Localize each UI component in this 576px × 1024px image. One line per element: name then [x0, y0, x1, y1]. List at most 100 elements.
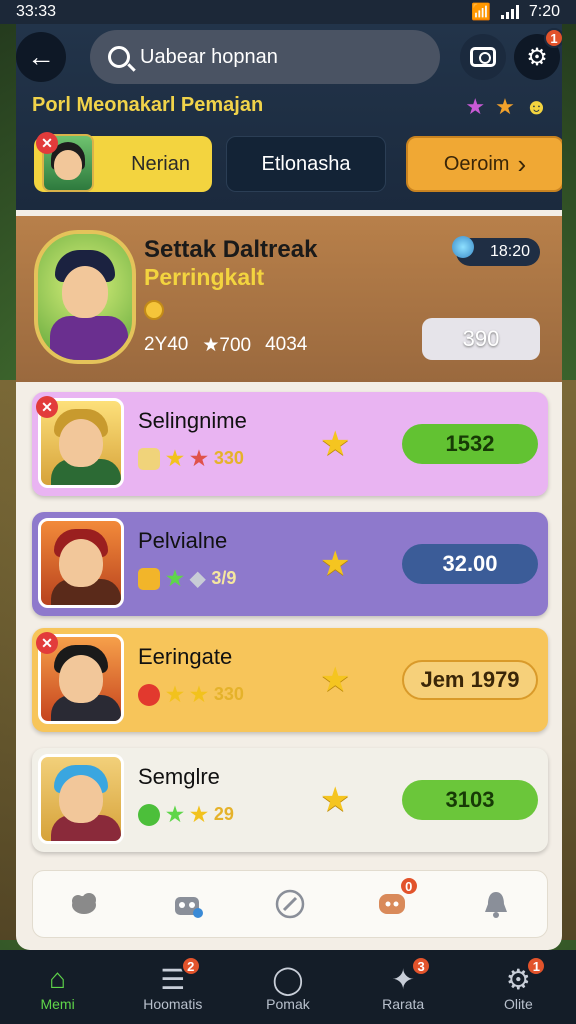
- hero-name: Semglre: [138, 764, 220, 789]
- avatar-face: [59, 655, 103, 703]
- gem-icon: ◆: [189, 568, 206, 590]
- star-icon: ★: [166, 448, 184, 470]
- bottom-nav: ⌂ Memi ☰ 2 Hoomatis ◯ Pomak ✦ 3 Rarata ⚙…: [0, 950, 576, 1024]
- featured-card[interactable]: Settak Daltreak Perringkalt 2Y40 ★700 40…: [16, 216, 562, 382]
- shield-icon: [138, 447, 160, 470]
- filter-chips: ✕ Nerian Etlonasha Oeroim ›: [32, 132, 562, 194]
- chip-label: Nerian: [131, 152, 190, 175]
- list-item[interactable]: Pelvialne ★ ◆ 3/9 ★ 32.00: [32, 512, 548, 616]
- back-button[interactable]: ←: [16, 32, 66, 82]
- nav-item-list[interactable]: ☰ 2 Hoomatis: [123, 956, 223, 1012]
- search-bar[interactable]: Uabear hopnan: [90, 30, 440, 84]
- nav-label: Olite: [503, 996, 533, 1012]
- nav-label: Rarata: [382, 996, 425, 1012]
- hero-meta: ★ ★ 330: [138, 446, 244, 471]
- chat-icon[interactable]: 0: [373, 876, 419, 924]
- compass-icon[interactable]: [270, 884, 310, 924]
- cloud-icon[interactable]: [64, 884, 104, 924]
- star-icon: ★: [166, 804, 184, 826]
- quick-actions-bar: 0: [32, 870, 548, 938]
- nav-item-settings[interactable]: ⚙ 1 Olite: [468, 956, 568, 1012]
- favorite-star-icon[interactable]: ★: [320, 424, 350, 464]
- nav-item-puzzle[interactable]: ✦ 3 Rarata: [353, 956, 453, 1012]
- star-icon: ★: [166, 568, 184, 590]
- hero-meta: ★ ★ 330: [138, 682, 244, 707]
- globe-icon: [452, 236, 474, 258]
- chat-badge: 0: [398, 876, 419, 896]
- settings-button[interactable]: ⚙ 1: [514, 28, 562, 80]
- close-icon[interactable]: ✕: [36, 132, 58, 154]
- gear-icon: ⚙: [526, 43, 548, 71]
- hero-name: Eeringate: [138, 644, 233, 669]
- search-input[interactable]: Uabear hopnan: [140, 46, 278, 69]
- robot-icon[interactable]: [167, 884, 207, 924]
- list-icon: ☰: [160, 963, 186, 995]
- stat-value: 4034: [265, 334, 308, 355]
- chip-label: Oeroim: [443, 152, 510, 175]
- stat-value: 2Y40: [144, 334, 189, 355]
- emoji-star-icon: ☻: [524, 94, 548, 119]
- home-icon: ⌂: [49, 963, 67, 994]
- favorite-star-icon[interactable]: ★: [320, 660, 350, 700]
- bell-icon[interactable]: [476, 884, 516, 924]
- hero-meta: ★ ◆ 3/9: [138, 566, 236, 591]
- favorite-star-icon[interactable]: ★: [320, 544, 350, 584]
- featured-title: Settak Daltreak: [144, 236, 318, 263]
- value-pill[interactable]: 3103: [402, 780, 538, 820]
- chevron-right-icon: ›: [517, 148, 527, 179]
- avatar-face: [59, 775, 103, 823]
- close-icon[interactable]: ✕: [36, 632, 58, 654]
- hero-meta-value: 330: [213, 684, 244, 704]
- purple-star-icon: ★: [465, 94, 486, 119]
- avatar-body: [50, 316, 128, 360]
- search-icon: [108, 46, 130, 68]
- nav-label: Memi: [40, 996, 75, 1012]
- value-pill[interactable]: 1532: [402, 424, 538, 464]
- close-icon[interactable]: ✕: [36, 396, 58, 418]
- search-icon: ◯: [272, 963, 304, 995]
- signal-icon: [500, 5, 519, 19]
- nav-label: Hoomatis: [143, 996, 203, 1012]
- list-item[interactable]: ✕ Eeringate ★ ★ 330 ★ Jem 1979: [32, 628, 548, 732]
- back-arrow-icon: ←: [27, 41, 55, 72]
- nav-badge: 2: [180, 956, 201, 976]
- status-bar: 33:33 📶 7:20: [0, 0, 576, 24]
- nav-label: Pomak: [266, 996, 310, 1012]
- clover-icon: [138, 803, 160, 826]
- top-stars: ★ ★ ☻: [465, 94, 548, 120]
- header: ← Uabear hopnan ⚙ 1 Porl Meonakarl Pemaj…: [16, 24, 562, 210]
- hero-meta-value: 29: [213, 804, 234, 824]
- nav-item-home[interactable]: ⌂ Memi: [8, 962, 108, 1012]
- value-pill[interactable]: Jem 1979: [402, 660, 538, 700]
- list-item[interactable]: Semglre ★ ★ 29 ★ 3103: [32, 748, 548, 852]
- nav-item-search[interactable]: ◯ Pomak: [238, 962, 338, 1013]
- chip-oeroim[interactable]: Oeroim ›: [406, 136, 562, 192]
- puzzle-icon: ✦: [391, 963, 415, 995]
- status-time-right: 7:20: [528, 3, 560, 20]
- featured-button[interactable]: 390: [422, 318, 540, 360]
- hero-meta-value: 3/9: [211, 568, 237, 588]
- avatar-face: [54, 150, 82, 180]
- avatar-face: [59, 419, 103, 467]
- wifi-icon: 📶: [470, 4, 491, 21]
- chip-nerian[interactable]: ✕ Nerian: [34, 132, 212, 192]
- cube-icon: [138, 567, 160, 590]
- timer-text: 18:20: [489, 243, 530, 260]
- chip-label: Etlonasha: [261, 152, 351, 175]
- timer-badge: 18:20: [452, 236, 540, 266]
- chip-etlonasha[interactable]: Etlonasha: [226, 136, 386, 192]
- orange-star-icon: ★: [495, 94, 515, 119]
- camera-icon: [470, 47, 496, 67]
- star-icon: ★: [166, 684, 184, 706]
- avatar-face: [62, 266, 108, 318]
- camera-button[interactable]: [460, 34, 506, 80]
- star-icon: ★: [189, 804, 208, 826]
- page-subtitle: Porl Meonakarl Pemajan: [32, 94, 264, 116]
- stat-value: ★700: [202, 335, 252, 356]
- settings-badge: 1: [544, 28, 562, 48]
- hero-meta: ★ ★ 29: [138, 802, 234, 827]
- favorite-star-icon[interactable]: ★: [320, 780, 350, 820]
- value-pill[interactable]: 32.00: [402, 544, 538, 584]
- list-item[interactable]: ✕ Selingnime ★ ★ 330 ★ 1532: [32, 392, 548, 496]
- hero-name: Selingnime: [138, 408, 247, 433]
